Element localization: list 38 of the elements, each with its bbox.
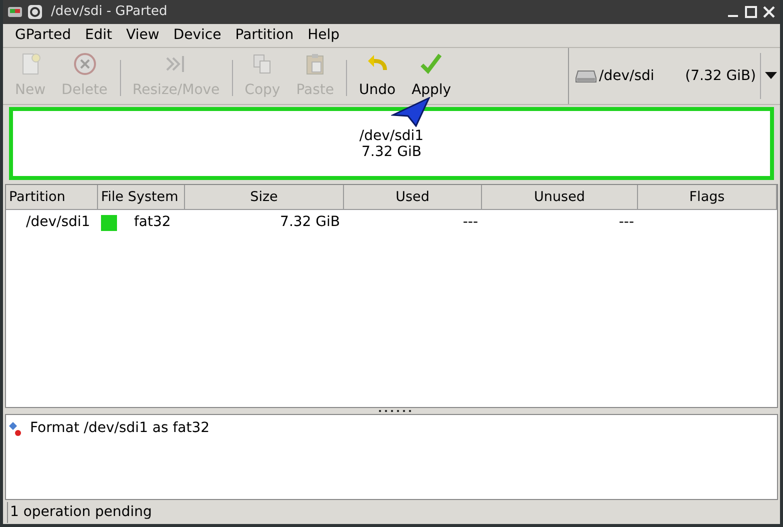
partition-name: /dev/sdi1 [359, 128, 424, 144]
column-header[interactable]: Unused [482, 185, 638, 209]
column-header[interactable]: Partition [6, 185, 98, 209]
table-cell: --- [618, 214, 634, 230]
apply-icon [419, 52, 444, 76]
operation-text: Format /dev/sdi1 as fat32 [30, 419, 210, 438]
menu-item[interactable]: Device [167, 23, 228, 48]
menu-item[interactable]: Edit [79, 23, 118, 48]
app-icon [7, 5, 23, 19]
partition-size: 7.32 GiB [362, 144, 422, 160]
table-cell-text: fat32 [134, 213, 171, 232]
maximize-icon[interactable] [744, 5, 758, 19]
pane-grip-icon[interactable] [378, 410, 412, 412]
column-header[interactable]: Flags [638, 185, 777, 209]
dropdown-arrow-icon [764, 72, 776, 80]
menu-item[interactable]: Help [302, 23, 346, 48]
menu-item[interactable]: View [120, 23, 166, 48]
window-menu-icon[interactable] [27, 4, 43, 20]
device-size: (7.32 GiB) [685, 66, 756, 86]
mouse-pointer-icon [391, 97, 431, 127]
column-header[interactable]: Used [344, 185, 482, 209]
menu-item[interactable]: GParted [9, 23, 77, 48]
format-operation-icon [8, 420, 24, 436]
table-cell: /dev/sdi1 [26, 214, 90, 230]
device-selector[interactable]: /dev/sdi (7.32 GiB) [568, 48, 780, 104]
table-cell: 7.32 GiB [280, 214, 340, 230]
apply-button[interactable]: Apply [404, 52, 460, 104]
partition-block[interactable]: /dev/sdi1 7.32 GiB [9, 107, 774, 180]
delete-icon [72, 52, 97, 76]
close-icon[interactable] [762, 5, 776, 19]
column-header[interactable]: File System [98, 185, 185, 209]
status-text: 1 operation pending [7, 502, 152, 522]
window-title: /dev/sdi - GParted [51, 3, 168, 22]
undo-button[interactable]: Undo [350, 52, 404, 104]
device-name: /dev/sdi [599, 66, 654, 86]
table-cell: --- [462, 214, 478, 230]
menu-item[interactable]: Partition [229, 23, 300, 48]
column-header[interactable]: Size [185, 185, 344, 209]
